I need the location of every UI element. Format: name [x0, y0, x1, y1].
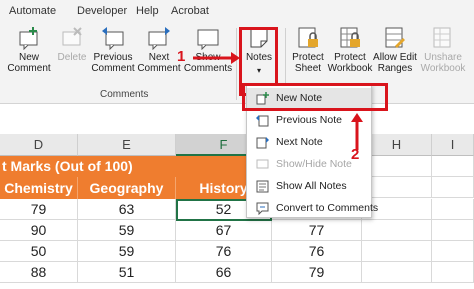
annotation-arrows — [193, 52, 363, 150]
arrow-1-head — [231, 52, 240, 64]
callout-number-2: 2 — [351, 146, 360, 163]
arrow-2-head — [351, 113, 363, 122]
callout-number-1: 1 — [177, 48, 186, 65]
